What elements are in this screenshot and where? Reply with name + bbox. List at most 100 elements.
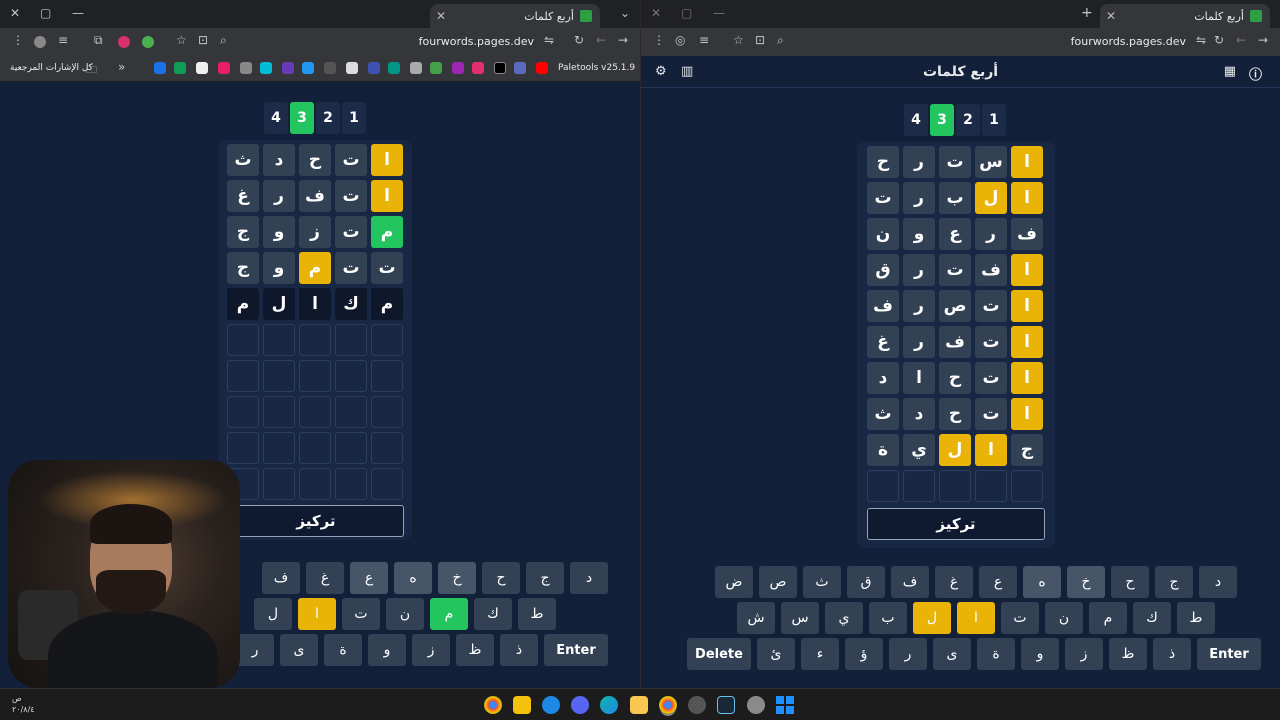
file-explorer-icon[interactable] [630,696,648,714]
key[interactable]: ت [342,598,380,630]
key[interactable]: ث [803,566,841,598]
menu-icon[interactable]: ⋮ [12,33,24,47]
tab-1[interactable]: 1 [342,102,366,134]
bookmark-icon[interactable] [260,62,272,74]
extension-badge-icon[interactable] [118,36,130,48]
tab-3[interactable]: 3 [290,102,314,134]
key[interactable]: ء [801,638,839,670]
tab-search-icon[interactable]: ⌄ [620,6,630,20]
settings-icon[interactable] [747,696,765,714]
bookmark-icon[interactable] [346,62,358,74]
key[interactable]: غ [935,566,973,598]
key[interactable]: ر [236,634,274,666]
key[interactable]: ظ [456,634,494,666]
reload-icon[interactable]: ↻ [574,33,584,47]
install-app-icon[interactable]: ⊡ [198,33,208,47]
close-window-icon[interactable]: ✕ [10,6,20,20]
key[interactable]: خ [438,562,476,594]
tab-4[interactable]: 4 [264,102,288,134]
enter-key[interactable]: Enter [1197,638,1261,670]
forward-icon[interactable]: ← [596,33,606,47]
bookmark-icon[interactable] [368,62,380,74]
key[interactable]: ظ [1109,638,1147,670]
bookmark-icon[interactable] [410,62,422,74]
tab-4[interactable]: 4 [904,104,928,136]
key[interactable]: ص [759,566,797,598]
key[interactable]: ض [715,566,753,598]
key[interactable]: م [1089,602,1127,634]
key[interactable]: و [368,634,406,666]
browser-tab[interactable]: ✕ أربع كلمات [1100,4,1270,28]
site-settings-icon[interactable]: ⇋ [544,33,554,47]
key[interactable]: ن [386,598,424,630]
app-icon[interactable] [542,696,560,714]
key[interactable]: ز [1065,638,1103,670]
key[interactable]: م [430,598,468,630]
key[interactable]: س [781,602,819,634]
bookmark-star-icon[interactable]: ☆ [733,33,744,47]
key[interactable]: ة [324,634,362,666]
url-text[interactable]: fourwords.pages.dev [1071,35,1186,48]
stats-icon[interactable]: ▥ [681,64,693,79]
bookmark-icon[interactable] [218,62,230,74]
bookmark-icon[interactable] [514,62,526,74]
tab-2[interactable]: 2 [956,104,980,136]
settings-icon[interactable]: ⚙ [655,64,667,79]
key[interactable]: ه [1023,566,1061,598]
key[interactable]: ذ [500,634,538,666]
minimize-icon[interactable]: — [72,6,84,20]
key[interactable]: ه [394,562,432,594]
key[interactable]: ل [913,602,951,634]
reload-icon[interactable]: ↻ [1214,33,1224,47]
bookmark-icon[interactable] [174,62,186,74]
site-settings-icon[interactable]: ⇋ [1196,33,1206,47]
key[interactable]: ف [891,566,929,598]
reading-list-icon[interactable]: ≡ [699,33,709,47]
key[interactable]: ش [737,602,775,634]
key[interactable]: د [1199,566,1237,598]
url-text[interactable]: fourwords.pages.dev [419,35,534,48]
paletools-bookmark[interactable]: Paletools v25.1.9 [558,63,635,73]
key[interactable]: ج [1155,566,1193,598]
back-icon[interactable]: → [618,33,628,47]
key[interactable]: ت [1001,602,1039,634]
key[interactable]: ن [1045,602,1083,634]
bookmark-icon[interactable] [452,62,464,74]
key[interactable]: ى [933,638,971,670]
key[interactable]: ط [1177,602,1215,634]
bookmark-star-icon[interactable]: ☆ [176,33,187,47]
discord-icon[interactable] [571,696,589,714]
enter-key[interactable]: Enter [544,634,608,666]
bookmark-icon[interactable] [282,62,294,74]
key[interactable]: ق [847,566,885,598]
profile-icon[interactable]: ◎ [675,33,685,47]
key[interactable]: خ [1067,566,1105,598]
tab-2[interactable]: 2 [316,102,340,134]
key[interactable]: ة [977,638,1015,670]
key[interactable]: ؤ [845,638,883,670]
key[interactable]: ح [482,562,520,594]
chrome-active-icon[interactable] [659,696,677,714]
key[interactable]: ك [1133,602,1171,634]
maximize-icon[interactable]: ▢ [40,6,51,20]
bookmark-icon[interactable] [430,62,442,74]
key[interactable]: ر [889,638,927,670]
extension-icon[interactable] [142,36,154,48]
key[interactable]: ع [979,566,1017,598]
tab-close-icon[interactable]: ✕ [436,9,446,23]
maximize-icon[interactable]: ▢ [681,6,692,20]
zoom-icon[interactable]: ⌕ [220,33,227,48]
bookmark-icon[interactable] [154,62,166,74]
calendar-icon[interactable]: ▦ [1224,64,1236,79]
browser-tab[interactable]: ✕ أربع كلمات [430,4,600,28]
tab-1[interactable]: 1 [982,104,1006,136]
key[interactable]: و [1021,638,1059,670]
focus-button[interactable]: تركيز [867,508,1045,540]
tab-3[interactable]: 3 [930,104,954,136]
key[interactable]: غ [306,562,344,594]
key[interactable]: ح [1111,566,1149,598]
key[interactable]: ي [825,602,863,634]
extensions-icon[interactable]: ⧉ [94,33,103,48]
close-window-icon[interactable]: ✕ [651,6,661,20]
tab-close-icon[interactable]: ✕ [1106,9,1116,23]
